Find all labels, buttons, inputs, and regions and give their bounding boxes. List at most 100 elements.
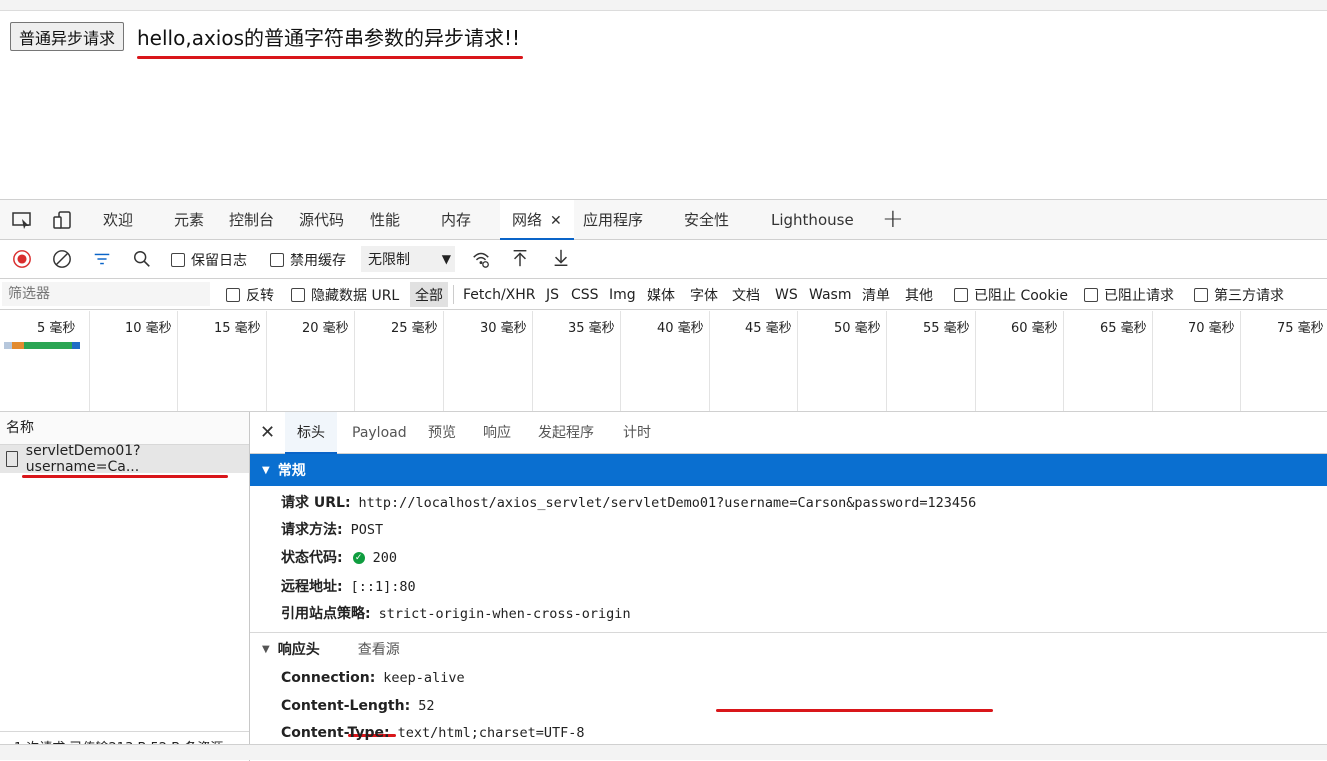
blocked-request-label: 已阻止请求 <box>1104 287 1174 304</box>
tab-performance[interactable]: 性能 <box>370 200 400 240</box>
timeline-tick-label: 65 毫秒 <box>1100 321 1147 336</box>
blocked-cookie-checkbox[interactable]: 已阻止 Cookie <box>954 279 1068 310</box>
timeline-tick-label: 50 毫秒 <box>834 321 881 336</box>
tab-welcome[interactable]: 欢迎 <box>103 200 133 240</box>
filter-separator <box>453 285 454 304</box>
tab-network[interactable]: 网络 ✕ <box>500 200 574 240</box>
tab-response[interactable]: 响应 <box>483 412 511 454</box>
add-tab-icon[interactable]: + <box>882 204 904 234</box>
filter-type-font[interactable]: 字体 <box>690 279 718 310</box>
hide-data-url-checkbox[interactable]: 隐藏数据 URL <box>291 279 399 310</box>
request-url-key: 请求 URL: <box>281 495 351 511</box>
timeline-gridline <box>266 311 267 411</box>
timeline-tick-label: 40 毫秒 <box>657 321 704 336</box>
devtools-tabbar: 欢迎 元素 控制台 源代码 性能 内存 网络 ✕ 应用程序 安全性 Lightho… <box>0 200 1327 240</box>
disable-cache-box[interactable] <box>270 252 284 267</box>
status-code-key: 状态代码: <box>281 550 343 566</box>
response-headers-section-header[interactable]: ▼ 响应头 查看源 <box>250 633 1327 665</box>
clear-icon[interactable] <box>51 249 73 269</box>
general-section-header[interactable]: ▼ 常规 <box>250 454 1327 486</box>
timeline-gridline <box>975 311 976 411</box>
tab-sources[interactable]: 源代码 <box>299 200 344 240</box>
view-source-link[interactable]: 查看源 <box>358 639 400 659</box>
inspect-element-icon[interactable] <box>11 210 33 230</box>
filter-type-img[interactable]: Img <box>609 279 636 310</box>
document-icon <box>6 451 18 467</box>
filter-type-ws[interactable]: WS <box>775 279 798 310</box>
search-icon[interactable] <box>131 249 153 269</box>
waterfall-bar-wait <box>12 342 24 349</box>
filter-type-xhr[interactable]: Fetch/XHR <box>463 279 536 310</box>
referrer-policy-value: strict-origin-when-cross-origin <box>378 606 631 622</box>
filter-input[interactable] <box>2 282 210 306</box>
filter-icon[interactable] <box>91 249 113 269</box>
async-request-button[interactable]: 普通异步请求 <box>10 22 125 51</box>
request-row[interactable]: servletDemo01?username=Ca... <box>0 443 249 475</box>
invert-box[interactable] <box>226 287 240 302</box>
blocked-request-box[interactable] <box>1084 287 1098 302</box>
timeline-gridline <box>1240 311 1241 411</box>
tab-application[interactable]: 应用程序 <box>583 200 643 240</box>
throttle-select[interactable]: 无限制 ▼ <box>361 246 455 272</box>
status-code-row: 状态代码: ✓ 200 <box>281 547 397 567</box>
tab-payload[interactable]: Payload <box>352 412 407 454</box>
filter-type-wasm[interactable]: Wasm <box>809 279 851 310</box>
annotation-underline <box>22 475 228 478</box>
status-ok-icon: ✓ <box>352 552 365 564</box>
filter-type-other[interactable]: 其他 <box>905 279 933 310</box>
disable-cache-checkbox[interactable]: 禁用缓存 <box>270 240 346 279</box>
filter-type-doc[interactable]: 文档 <box>732 279 760 310</box>
timeline-gridline <box>177 311 178 411</box>
close-detail-icon[interactable]: ✕ <box>260 422 275 443</box>
filter-type-manifest[interactable]: 清单 <box>862 279 890 310</box>
network-conditions-icon[interactable] <box>470 249 492 269</box>
filter-type-all[interactable]: 全部 <box>410 282 448 307</box>
browser-top-strip <box>0 0 1327 11</box>
preserve-log-box[interactable] <box>171 252 185 267</box>
record-icon[interactable] <box>11 249 33 269</box>
tab-console[interactable]: 控制台 <box>229 200 274 240</box>
request-name: servletDemo01?username=Ca... <box>25 443 141 475</box>
filter-type-js[interactable]: JS <box>546 279 559 310</box>
filter-type-media[interactable]: 媒体 <box>647 279 675 310</box>
tab-headers[interactable]: 标头 <box>285 412 337 454</box>
referrer-policy-key: 引用站点策略: <box>281 606 371 622</box>
timeline-tick-label: 75 毫秒 <box>1277 321 1324 336</box>
content-type-key: Content-Type: <box>281 725 390 741</box>
filter-type-css[interactable]: CSS <box>571 279 599 310</box>
waterfall-bar-end <box>72 342 80 349</box>
name-column-header[interactable]: 名称 <box>0 412 249 445</box>
blocked-cookie-box[interactable] <box>954 287 968 302</box>
tab-timing[interactable]: 计时 <box>623 412 651 454</box>
hide-data-url-box[interactable] <box>291 287 305 302</box>
content-type-header-row: Content-Type: text/html;charset=UTF-8 <box>281 725 585 741</box>
device-emulation-icon[interactable] <box>51 210 73 230</box>
preserve-log-checkbox[interactable]: 保留日志 <box>171 240 247 279</box>
tab-lighthouse[interactable]: Lighthouse <box>771 200 854 240</box>
close-tab-icon[interactable]: ✕ <box>550 213 562 229</box>
tab-preview[interactable]: 预览 <box>428 412 456 454</box>
remote-address-key: 远程地址: <box>281 579 343 595</box>
timeline-tick-label: 30 毫秒 <box>480 321 527 336</box>
tab-memory[interactable]: 内存 <box>441 200 471 240</box>
network-overview-timeline[interactable]: 5 毫秒 10 毫秒 15 毫秒 20 毫秒 25 毫秒 30 毫秒 35 毫秒 40 毫秒 4… <box>0 311 1327 412</box>
tab-elements[interactable]: 元素 <box>174 200 204 240</box>
invert-checkbox[interactable]: 反转 <box>226 279 274 310</box>
timeline-gridline <box>709 311 710 411</box>
tab-security[interactable]: 安全性 <box>684 200 729 240</box>
preserve-log-label: 保留日志 <box>191 252 247 269</box>
timeline-gridline <box>89 311 90 411</box>
throttle-value: 无限制 <box>368 252 410 268</box>
detail-tabbar: ✕ 标头 Payload 预览 响应 发起程序 计时 <box>250 412 1327 454</box>
tab-initiator[interactable]: 发起程序 <box>538 412 594 454</box>
waterfall-bar-queue <box>4 342 12 349</box>
export-har-icon[interactable] <box>550 248 572 268</box>
import-har-icon[interactable] <box>509 248 531 268</box>
third-party-box[interactable] <box>1194 287 1208 302</box>
dropdown-arrow-icon: ▼ <box>441 252 451 266</box>
blocked-request-checkbox[interactable]: 已阻止请求 <box>1084 279 1174 310</box>
timeline-tick-label: 20 毫秒 <box>302 321 349 336</box>
timeline-gridline <box>886 311 887 411</box>
timeline-tick-label: 45 毫秒 <box>745 321 792 336</box>
third-party-checkbox[interactable]: 第三方请求 <box>1194 279 1284 310</box>
